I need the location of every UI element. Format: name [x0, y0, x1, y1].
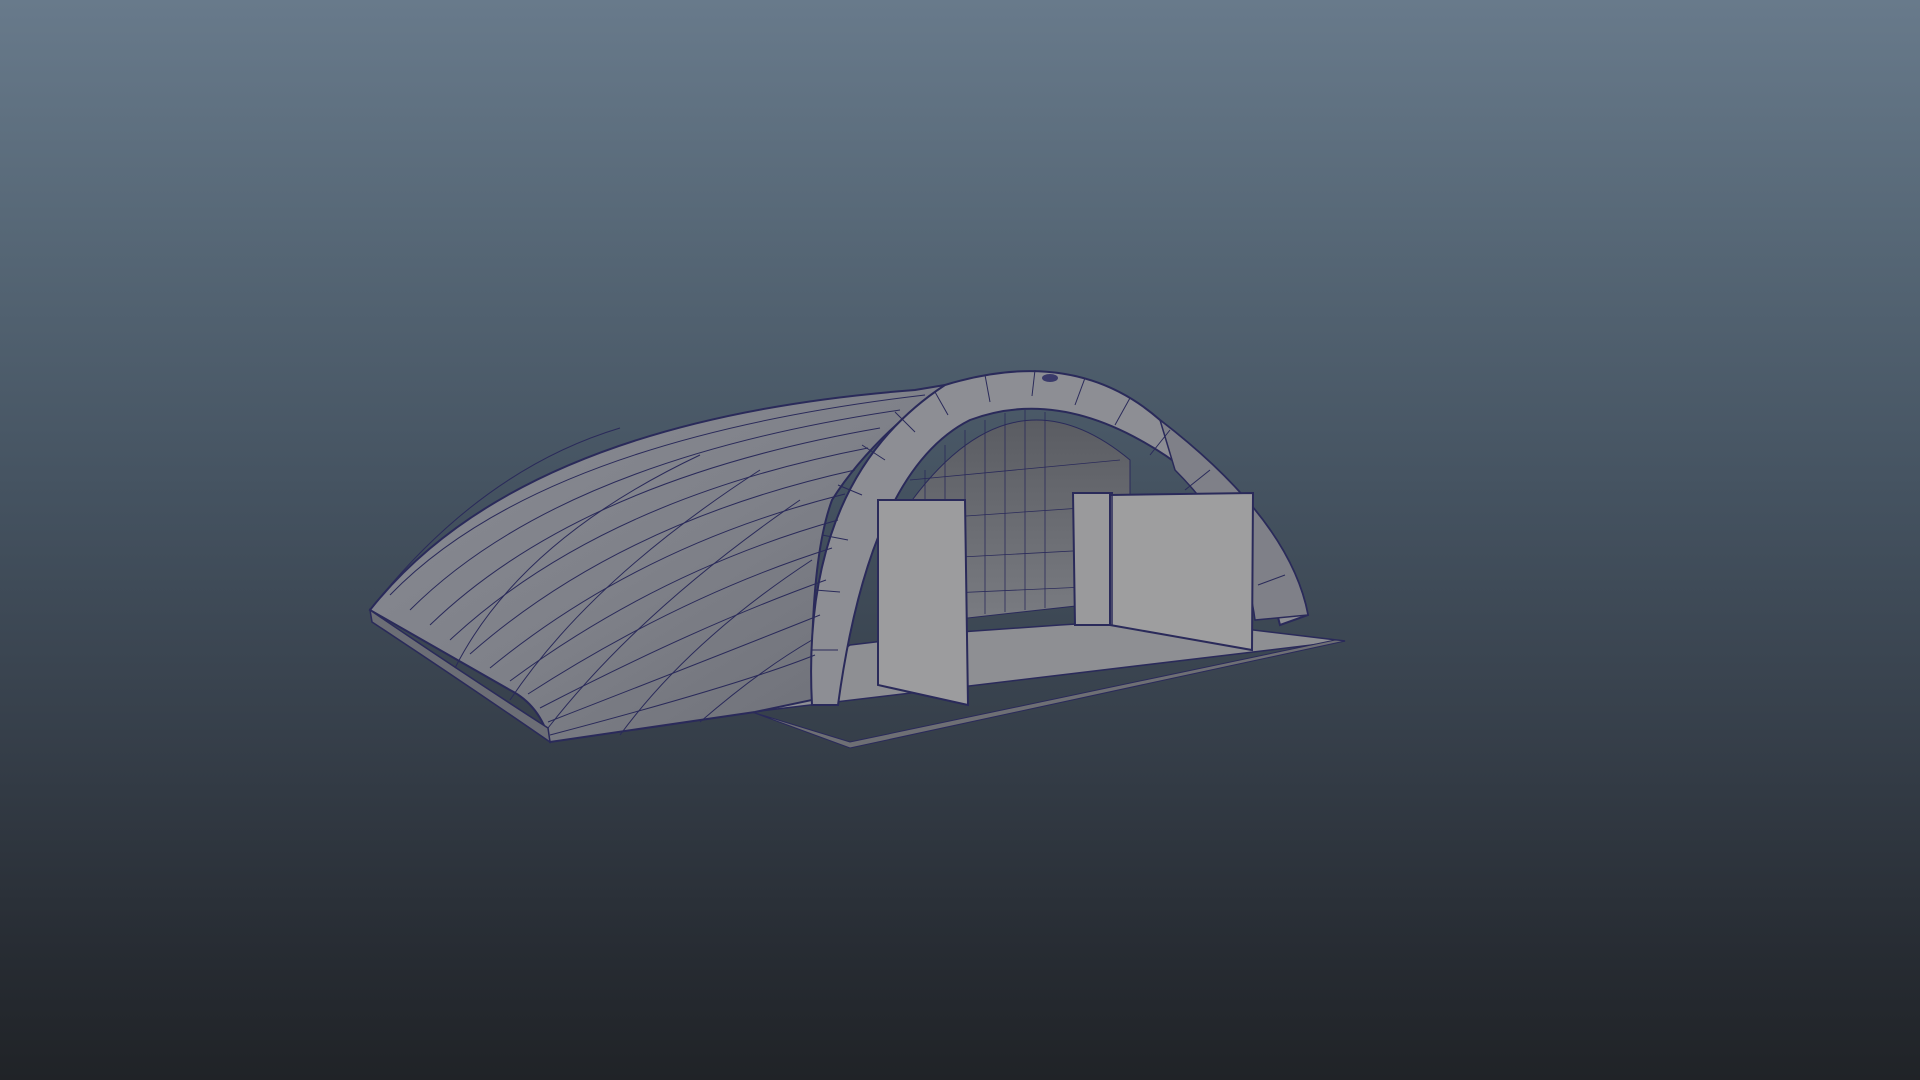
door-panel-right-outer[interactable] — [1109, 491, 1255, 652]
door-panel-left[interactable] — [877, 499, 970, 707]
vertex-marker[interactable] — [1042, 374, 1058, 382]
3d-viewport[interactable] — [0, 0, 1920, 1080]
door-panel-right-inner[interactable] — [1071, 492, 1113, 626]
viewport-scene[interactable] — [0, 0, 1920, 1080]
